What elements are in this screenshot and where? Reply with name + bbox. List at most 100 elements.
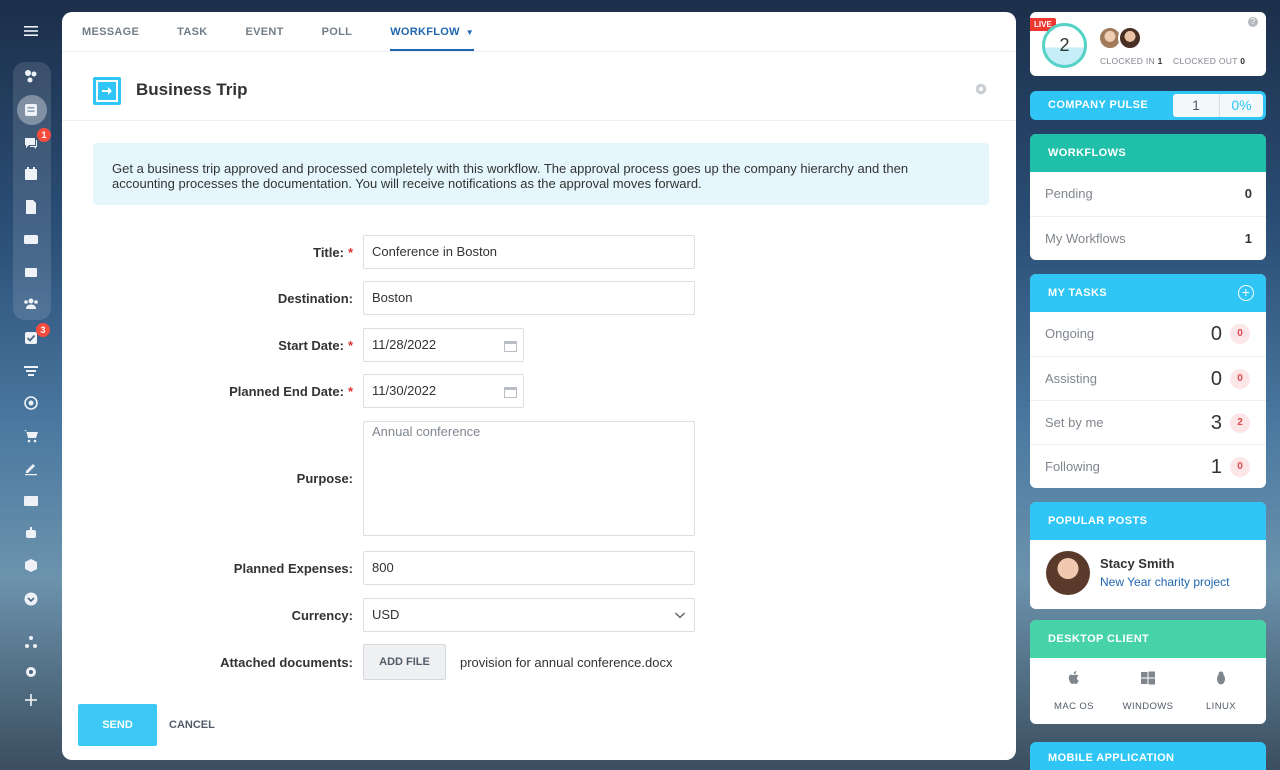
- title-label-text: Title:: [313, 245, 344, 260]
- contacts-icon[interactable]: [20, 490, 42, 512]
- calendar-icon[interactable]: [504, 340, 517, 352]
- task-row-value: 0: [1210, 368, 1222, 390]
- post-title-link[interactable]: New Year charity project: [1100, 575, 1229, 589]
- mail-icon[interactable]: [20, 261, 42, 283]
- company-pulse-bar[interactable]: COMPANY PULSE 1 0%: [1030, 91, 1266, 120]
- help-icon[interactable]: ?: [1248, 17, 1258, 27]
- post-type-tabs: MESSAGE TASK EVENT POLL WORKFLOW ▼: [62, 12, 1016, 52]
- tab-event[interactable]: EVENT: [245, 12, 283, 51]
- structure-icon[interactable]: [20, 631, 42, 653]
- mobile-app-title[interactable]: MOBILE APPLICATION: [1030, 742, 1266, 770]
- popular-posts-card: POPULAR POSTS Stacy Smith New Year chari…: [1030, 502, 1266, 609]
- required-mark: *: [347, 384, 353, 399]
- workflow-row-value: 0: [1244, 186, 1252, 201]
- crm-icon[interactable]: [20, 360, 42, 382]
- clocked-out-label: CLOCKED OUT: [1173, 56, 1238, 66]
- company-pulse-percent: 0%: [1231, 97, 1252, 113]
- drive-icon[interactable]: [20, 228, 42, 250]
- desktop-client-card: DESKTOP CLIENT MAC OS WINDOWS LINUX: [1030, 620, 1266, 724]
- start-date-label-text: Start Date:: [278, 338, 344, 353]
- calendar-icon[interactable]: [504, 386, 517, 398]
- robot-icon[interactable]: [20, 522, 42, 544]
- windows-label: WINDOWS: [1122, 701, 1174, 712]
- task-row-ongoing[interactable]: Ongoing 0 0: [1030, 312, 1266, 356]
- documents-icon[interactable]: [20, 196, 42, 218]
- marketing-icon[interactable]: [20, 392, 42, 414]
- windows-icon: [1141, 671, 1155, 685]
- inventory-icon[interactable]: [20, 555, 42, 577]
- end-date-input[interactable]: 11/30/2022: [363, 374, 524, 408]
- cancel-button[interactable]: CANCEL: [169, 704, 215, 746]
- apple-icon: [1068, 671, 1079, 684]
- task-row-set-by-me[interactable]: Set by me 3 2: [1030, 400, 1266, 444]
- windows-download[interactable]: WINDOWS: [1118, 670, 1178, 712]
- more-icon[interactable]: [20, 588, 42, 610]
- popular-post-item[interactable]: Stacy Smith New Year charity project: [1030, 540, 1266, 609]
- tab-poll[interactable]: POLL: [322, 12, 353, 51]
- title-input[interactable]: Conference in Boston: [363, 235, 695, 269]
- task-row-value: 1: [1210, 456, 1222, 478]
- mobile-app-card: MOBILE APPLICATION: [1030, 742, 1266, 770]
- purpose-textarea[interactable]: Annual conference: [363, 421, 695, 536]
- add-task-icon[interactable]: +: [1238, 285, 1254, 301]
- expenses-input[interactable]: 800: [363, 551, 695, 585]
- currency-select[interactable]: USD: [363, 598, 695, 632]
- linux-download[interactable]: LINUX: [1191, 670, 1251, 712]
- start-date-input[interactable]: 11/28/2022: [363, 328, 524, 362]
- task-row-assisting[interactable]: Assisting 0 0: [1030, 356, 1266, 400]
- clocked-in-label: CLOCKED IN: [1100, 56, 1155, 66]
- destination-input[interactable]: Boston: [363, 281, 695, 315]
- tab-task[interactable]: TASK: [177, 12, 207, 51]
- my-tasks-card: MY TASKS + Ongoing 0 0 Assisting 0 0 Set…: [1030, 274, 1266, 488]
- add-file-button[interactable]: ADD FILE: [363, 644, 446, 680]
- task-row-counter: 0: [1230, 324, 1250, 344]
- employees-icon[interactable]: [20, 293, 42, 315]
- workflow-row-label: Pending: [1045, 186, 1093, 201]
- tab-workflow[interactable]: WORKFLOW ▼: [390, 12, 474, 51]
- task-row-counter: 0: [1230, 369, 1250, 389]
- workflow-row-pending[interactable]: Pending 0: [1030, 172, 1266, 216]
- start-date-label: Start Date: *: [278, 338, 353, 353]
- avatar[interactable]: [1118, 26, 1142, 50]
- send-button[interactable]: SEND: [78, 704, 157, 746]
- gear-icon[interactable]: [974, 82, 988, 96]
- expenses-label: Planned Expenses:: [233, 561, 353, 576]
- start-date-value: 11/28/2022: [372, 337, 437, 352]
- menu-icon[interactable]: [20, 20, 42, 42]
- shop-icon[interactable]: [20, 425, 42, 447]
- clocked-count[interactable]: 2: [1042, 23, 1087, 68]
- company-pulse-label: COMPANY PULSE: [1048, 99, 1149, 111]
- add-icon[interactable]: [20, 689, 42, 711]
- macos-label: MAC OS: [1054, 701, 1094, 712]
- calendar-icon[interactable]: [20, 163, 42, 185]
- required-mark: *: [347, 245, 353, 260]
- sign-icon[interactable]: [20, 457, 42, 479]
- title-label: Title: *: [313, 245, 353, 260]
- clocked-in-stat: CLOCKED IN 1: [1100, 56, 1163, 66]
- chevron-down-icon: [675, 612, 685, 619]
- task-row-counter: 2: [1230, 413, 1250, 433]
- task-row-label: Assisting: [1045, 371, 1098, 386]
- task-row-value: 3: [1210, 412, 1222, 434]
- tasks-badge: 3: [36, 323, 50, 337]
- sites-icon[interactable]: [20, 65, 42, 87]
- company-pulse-value: 1: [1173, 94, 1220, 117]
- feed-icon[interactable]: [20, 99, 42, 121]
- workflow-title: Business Trip: [136, 80, 248, 99]
- tab-workflow-label: WORKFLOW: [390, 26, 460, 38]
- clocked-out-value: 0: [1240, 56, 1246, 66]
- clocked-in-value: 1: [1157, 56, 1163, 66]
- settings-icon[interactable]: [20, 661, 42, 683]
- avatar[interactable]: [1046, 551, 1090, 595]
- workflow-row-my-workflows[interactable]: My Workflows 1: [1030, 216, 1266, 260]
- linux-icon: [1217, 671, 1225, 685]
- tab-message[interactable]: MESSAGE: [82, 12, 139, 51]
- linux-label: LINUX: [1206, 701, 1236, 712]
- post-author[interactable]: Stacy Smith: [1100, 556, 1174, 571]
- workflow-panel: MESSAGE TASK EVENT POLL WORKFLOW ▼ Busine…: [62, 12, 1016, 760]
- attached-filename[interactable]: provision for annual conference.docx: [460, 655, 672, 670]
- task-row-following[interactable]: Following 1 0: [1030, 444, 1266, 488]
- task-row-value: 0: [1210, 323, 1222, 345]
- workflow-row-value: 1: [1244, 231, 1252, 246]
- macos-download[interactable]: MAC OS: [1044, 670, 1104, 712]
